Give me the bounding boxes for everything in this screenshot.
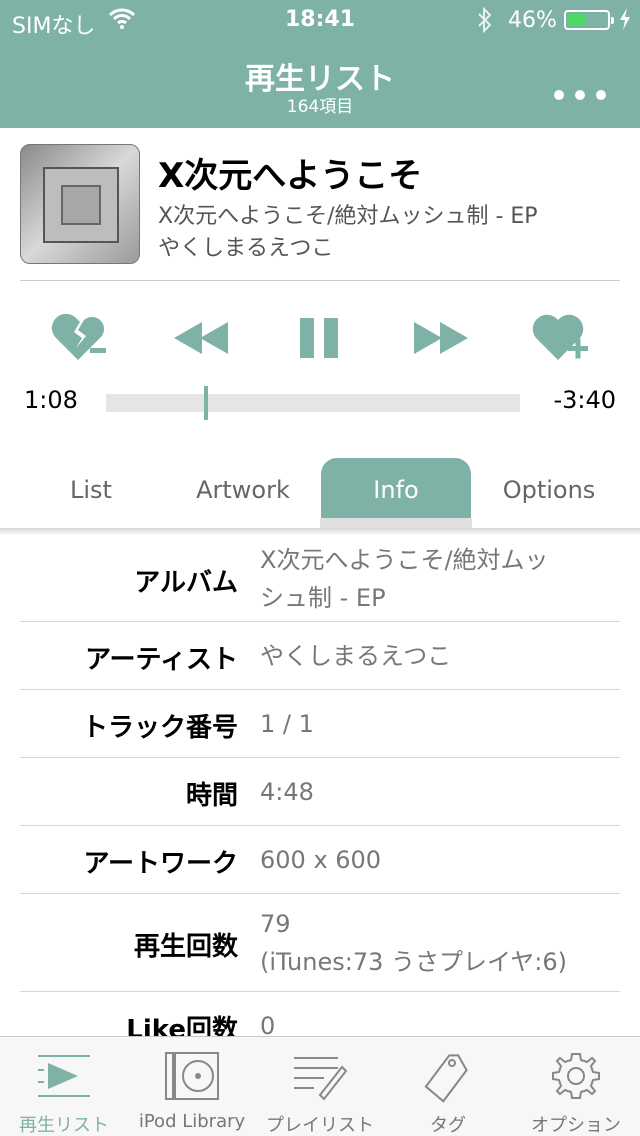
info-value: 1 / 1 [260,705,620,743]
info-list: アルバム X次元へようこそ/絶対ムッ シュ制 - EP アーティスト やくしまるえつこト… [0,536,640,1036]
tabbar-item[interactable]: プレイリスト [256,1037,384,1136]
more-menu-button[interactable] [550,80,610,110]
tabbar-item[interactable]: 再生リスト [0,1037,128,1136]
info-row: アーティスト やくしまるえつこ [20,622,620,690]
info-value: 79 (iTunes:73 うさプレイヤ:6) [260,905,620,981]
tag-icon [418,1049,478,1103]
info-value: 4:48 [260,773,620,811]
info-value-line: 600 x 600 [260,846,382,874]
info-value-line: シュ制 - EP [260,584,386,612]
info-row: 再生回数 79 (iTunes:73 うさプレイヤ:6) [20,894,620,992]
heart-broken-minus-icon [51,313,106,360]
info-value-line: 4:48 [260,778,314,806]
heart-plus-icon [532,314,588,360]
info-row: 時間 4:48 [20,758,620,826]
info-value-line: 0 [260,1012,276,1036]
seek-knob[interactable] [204,386,208,420]
info-label: 時間 [185,781,238,811]
bluetooth-icon [476,6,494,40]
song-title: X次元へようこそ [158,156,423,196]
artist-name: やくしまるえつこ [158,236,334,261]
info-row: Like回数 0 [20,992,620,1036]
info-value: X次元へようこそ/絶対ムッ シュ制 - EP [260,541,620,617]
divider [20,280,620,281]
info-value-line: 1 / 1 [260,710,314,738]
seek-bar[interactable] [106,386,520,420]
playlist-edit-icon [290,1049,350,1103]
status-bar: SIMなし 18:41 46% [0,0,640,40]
battery-percent: 46% [508,8,557,33]
info-label: アーティスト [85,645,238,675]
rewind-button[interactable] [172,308,230,368]
dislike-button[interactable] [50,308,112,368]
item-count: 164項目 [286,97,354,117]
info-row: アルバム X次元へようこそ/絶対ムッ シュ制 - EP [20,536,620,622]
info-value-line: 79 [260,910,291,938]
tabbar-label: プレイリスト [266,1115,374,1136]
tabbar-label: タグ [430,1115,466,1136]
playlist-play-icon [34,1049,94,1103]
gear-icon [546,1049,606,1103]
like-button[interactable] [530,308,592,368]
info-value: 0 [260,1007,620,1036]
tabbar-item[interactable]: iPod Library [128,1037,256,1136]
info-label: アルバム [134,568,238,598]
info-row: トラック番号 1 / 1 [20,690,620,758]
tabbar-label: iPod Library [138,1111,246,1132]
tab-list[interactable]: List [16,458,166,528]
elapsed-time: 1:08 [24,386,78,414]
fast-forward-icon [414,322,468,354]
tabbar-item[interactable]: タグ [384,1037,512,1136]
rewind-icon [174,322,228,354]
active-tab-underline [320,518,472,528]
battery-icon [564,10,614,30]
charging-icon [618,7,632,37]
info-value-line: やくしまるえつこ [260,642,452,670]
info-label: 再生回数 [133,932,238,962]
info-row: アートワーク 600 x 600 [20,826,620,894]
info-value-line: X次元へようこそ/絶対ムッ [260,546,549,574]
info-label: Like回数 [126,1015,238,1036]
tabbar-label: 再生リスト [19,1115,109,1136]
album-name: X次元へようこそ/絶対ムッシュ制 - EP [158,204,538,229]
info-label: アートワーク [83,849,238,879]
info-value: やくしまるえつこ [260,637,620,675]
nav-bar: 再生リスト 164項目 [0,40,640,128]
header: SIMなし 18:41 46% 再生リスト 164項目 [0,0,640,128]
tab-options[interactable]: Options [474,458,624,528]
ipod-library-icon [162,1049,222,1103]
album-artwork[interactable] [20,144,140,264]
pause-button[interactable] [298,308,342,368]
pause-icon [300,318,338,358]
tab-artwork[interactable]: Artwork [168,458,318,528]
info-label: トラック番号 [81,713,238,743]
divider-shadow [0,528,640,536]
info-value-line: (iTunes:73 うさプレイヤ:6) [260,948,567,976]
tabbar-item[interactable]: オプション [512,1037,640,1136]
tabbar-label: オプション [531,1115,621,1136]
fast-forward-button[interactable] [412,308,470,368]
info-value: 600 x 600 [260,841,620,879]
remaining-time: -3:40 [553,386,616,414]
bottom-tab-bar: 再生リスト iPod Library プレイリスト タグ オプション [0,1036,640,1136]
now-playing-panel: X次元へようこそ X次元へようこそ/絶対ムッシュ制 - EP やくしまるえつこ [0,128,640,528]
